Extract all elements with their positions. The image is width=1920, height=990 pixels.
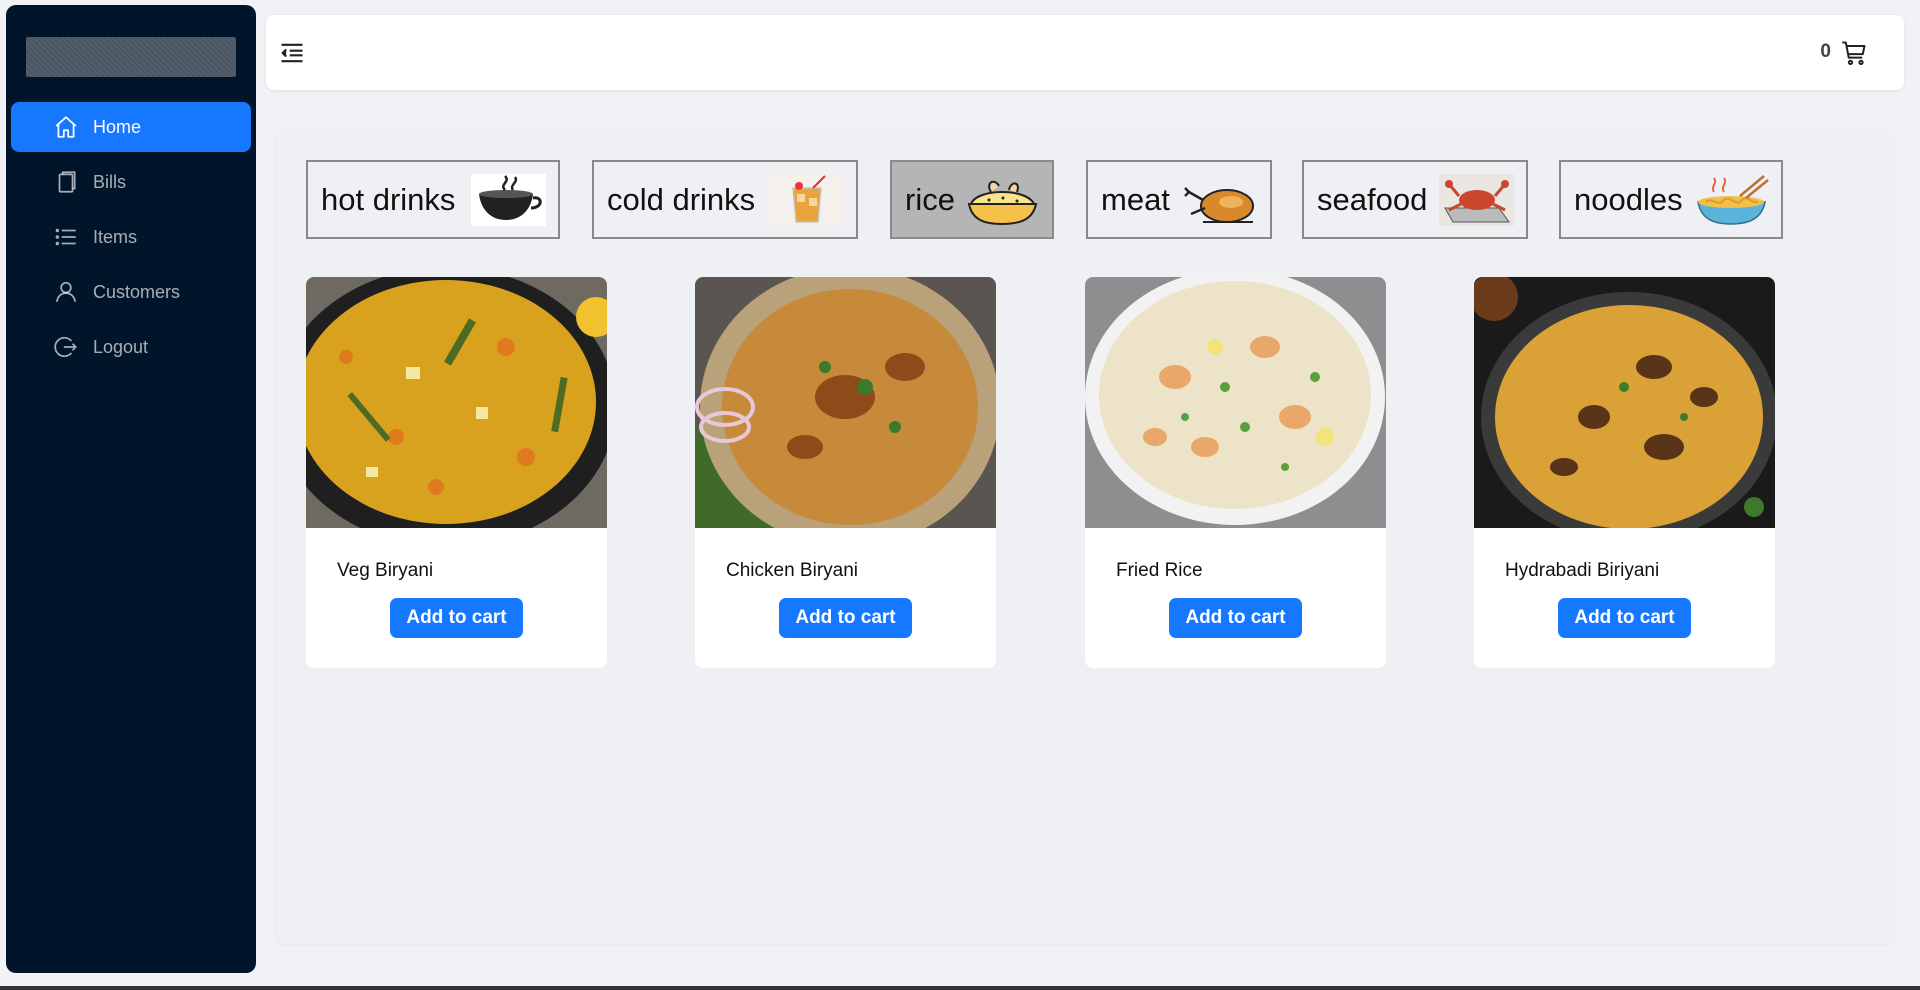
list-icon	[53, 224, 79, 250]
coffee-cup-icon	[471, 174, 546, 226]
home-icon	[53, 114, 79, 140]
item-name: Hydrabadi Biriyani	[1505, 560, 1660, 581]
add-to-cart-button[interactable]: Add to cart	[390, 598, 523, 638]
logo	[26, 37, 236, 77]
shopping-cart-icon[interactable]	[1840, 39, 1868, 67]
logout-icon	[53, 334, 79, 360]
rice-dish-icon	[967, 180, 1038, 226]
noodle-bowl-icon	[1697, 175, 1769, 225]
user-icon	[53, 279, 79, 305]
category-label: seafood	[1317, 181, 1428, 217]
category-label: cold drinks	[607, 181, 756, 217]
sidebar-item-items[interactable]: Items	[11, 212, 251, 262]
iced-drink-icon	[769, 174, 844, 226]
category-seafood[interactable]: seafood	[1302, 160, 1528, 239]
category-meat[interactable]: meat	[1086, 160, 1272, 239]
crab-icon	[1439, 174, 1514, 226]
category-hot-drinks[interactable]: hot drinks	[306, 160, 560, 239]
sidebar-item-label: Items	[93, 226, 138, 247]
header: 0	[266, 15, 1904, 90]
category-label: noodles	[1574, 181, 1683, 217]
sidebar-item-customers[interactable]: Customers	[11, 267, 251, 317]
item-photo	[1085, 277, 1386, 528]
sidebar-item-label: Customers	[93, 281, 181, 302]
add-to-cart-button[interactable]: Add to cart	[1169, 598, 1302, 638]
sidebar-item-label: Bills	[93, 171, 127, 192]
sidebar-item-logout[interactable]: Logout	[11, 322, 251, 372]
item-name: Chicken Biryani	[726, 560, 858, 581]
item-card: Veg Biryani Add to cart	[306, 277, 607, 668]
roast-chicken-icon	[1184, 187, 1254, 223]
category-label: hot drinks	[321, 181, 456, 217]
item-photo	[306, 277, 607, 528]
sidebar-item-label: Home	[93, 116, 142, 137]
item-card: Fried Rice Add to cart	[1085, 277, 1386, 668]
add-to-cart-button[interactable]: Add to cart	[1558, 598, 1691, 638]
category-cold-drinks[interactable]: cold drinks	[592, 160, 858, 239]
sidebar-menu: Home Bills Items Customers Logout	[6, 102, 256, 377]
sidebar-item-label: Logout	[93, 336, 149, 357]
menu-fold-icon[interactable]	[278, 39, 306, 67]
bottom-edge	[0, 986, 1920, 990]
item-name: Veg Biryani	[337, 560, 434, 581]
cart-count: 0	[1820, 41, 1831, 62]
item-card: Chicken Biryani Add to cart	[695, 277, 996, 668]
category-rice[interactable]: rice	[890, 160, 1054, 239]
category-label: meat	[1101, 181, 1170, 217]
item-name: Fried Rice	[1116, 560, 1203, 581]
sidebar: Home Bills Items Customers Logout	[6, 5, 256, 973]
category-label: rice	[905, 181, 955, 217]
sidebar-item-home[interactable]: Home	[11, 102, 251, 152]
copy-icon	[53, 169, 79, 195]
main-content: hot drinks cold drinks rice meat seafood…	[276, 130, 1894, 944]
item-photo	[695, 277, 996, 528]
sidebar-item-bills[interactable]: Bills	[11, 157, 251, 207]
category-noodles[interactable]: noodles	[1559, 160, 1783, 239]
item-photo	[1474, 277, 1775, 528]
add-to-cart-button[interactable]: Add to cart	[779, 598, 912, 638]
item-card: Hydrabadi Biriyani Add to cart	[1474, 277, 1775, 668]
